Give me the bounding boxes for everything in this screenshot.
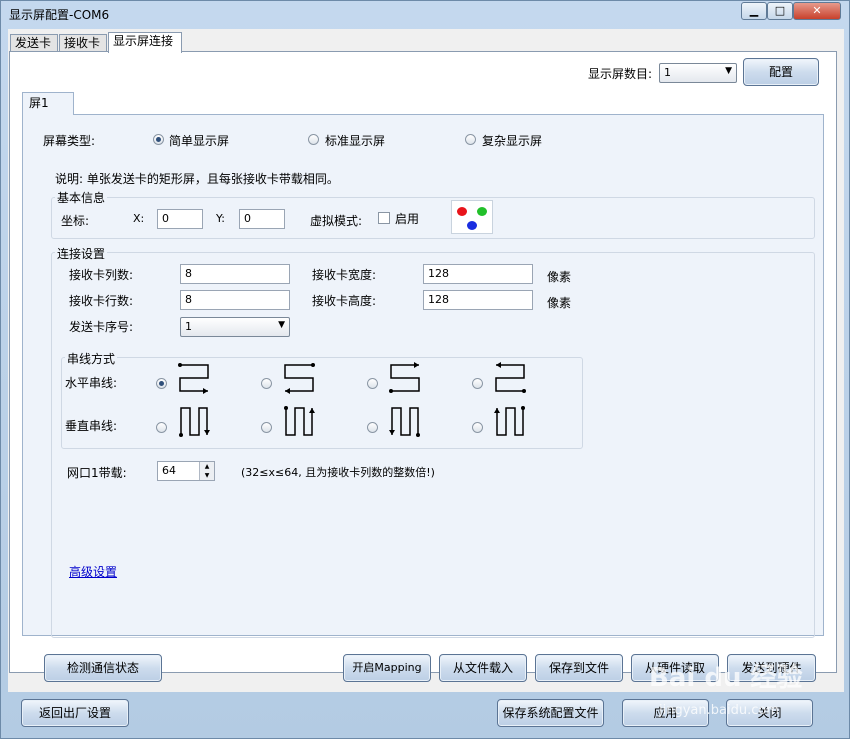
detect-status-button[interactable]: 检测通信状态 — [44, 654, 162, 682]
radio-wiring-v1[interactable] — [156, 422, 167, 433]
config-button[interactable]: 配置 — [743, 58, 819, 86]
height-label: 接收卡高度: — [312, 294, 377, 308]
simple-screen-label: 简单显示屏 — [169, 134, 230, 148]
wiring-h2-icon — [284, 363, 315, 394]
red-dot-icon — [457, 207, 467, 216]
app-window: 显示屏配置-COM6 ▁ □ ✕ 发送卡 接收卡 显示屏连接 显示屏数目: 1 … — [0, 0, 850, 739]
port-load-label: 网口1带载: — [67, 466, 127, 480]
basic-info-title: 基本信息 — [55, 189, 108, 206]
width-unit: 像素 — [547, 270, 572, 284]
port-load-spinner[interactable]: 64 ▲ ▼ — [157, 461, 215, 481]
rows-label: 接收卡行数: — [69, 294, 134, 308]
maximize-icon: □ — [774, 4, 786, 17]
vertical-wiring-label: 垂直串线: — [65, 419, 118, 433]
close-icon: ✕ — [812, 4, 822, 17]
screen-1-panel: 屏幕类型: 简单显示屏 标准显示屏 复杂显示屏 说明: 单张发送卡的矩形屏，且每… — [22, 114, 824, 638]
spin-up-icon[interactable]: ▲ — [200, 462, 214, 471]
sender-index-select[interactable]: 1 ▼ — [180, 317, 290, 337]
radio-simple-screen[interactable] — [153, 134, 164, 145]
standard-screen-label: 标准显示屏 — [325, 134, 386, 148]
height-unit: 像素 — [547, 296, 572, 310]
radio-complex-screen[interactable] — [465, 134, 476, 145]
sender-index-value: 1 — [185, 320, 192, 333]
rgb-dots-icon — [451, 200, 493, 234]
radio-wiring-h3[interactable] — [367, 378, 378, 389]
cols-input[interactable]: 8 — [180, 264, 290, 284]
wiring-v3-icon — [389, 407, 420, 437]
radio-wiring-h2[interactable] — [261, 378, 272, 389]
screen-connection-panel: 显示屏数目: 1 ▼ 配置 屏1 屏幕类型: 简单显示屏 标准显示屏 复杂显示屏… — [9, 51, 837, 673]
wiring-v1-icon — [179, 407, 210, 437]
title-bar: 显示屏配置-COM6 ▁ □ ✕ — [1, 1, 849, 27]
tab-screen-1[interactable]: 屏1 — [22, 92, 74, 115]
wiring-title: 串线方式 — [65, 350, 118, 367]
maximize-button[interactable]: □ — [767, 2, 793, 20]
port-load-hint: (32≤x≤64, 且为接收卡列数的整数倍!) — [241, 466, 435, 479]
wiring-v2-icon — [284, 406, 315, 436]
load-file-button[interactable]: 从文件载入 — [439, 654, 527, 682]
save-system-config-button[interactable]: 保存系统配置文件 — [497, 699, 604, 727]
save-file-button[interactable]: 保存到文件 — [535, 654, 623, 682]
spinner-arrows[interactable]: ▲ ▼ — [199, 462, 214, 480]
wiring-v4-icon — [494, 406, 525, 436]
tab-sender-card[interactable]: 发送卡 — [10, 34, 58, 52]
screen-type-label: 屏幕类型: — [43, 134, 96, 148]
start-mapping-button[interactable]: 开启Mapping — [343, 654, 431, 682]
rows-input[interactable]: 8 — [180, 290, 290, 310]
watermark-brand: Bai du 经验 — [649, 663, 803, 693]
minimize-button[interactable]: ▁ — [741, 2, 767, 20]
port-load-value: 64 — [162, 464, 176, 477]
green-dot-icon — [477, 207, 487, 216]
coord-label: 坐标: — [61, 214, 90, 228]
close-window-button[interactable]: ✕ — [793, 2, 841, 20]
connection-title: 连接设置 — [55, 245, 108, 262]
x-input[interactable]: 0 — [157, 209, 203, 229]
enable-label: 启用 — [395, 212, 420, 226]
factory-reset-button[interactable]: 返回出厂设置 — [21, 699, 129, 727]
y-label: Y: — [216, 212, 225, 225]
screen-count-value: 1 — [664, 66, 671, 79]
sender-index-label: 发送卡序号: — [69, 320, 134, 334]
width-input[interactable]: 128 — [423, 264, 533, 284]
wiring-h3-icon — [389, 362, 420, 393]
advanced-settings-link[interactable]: 高级设置 — [69, 563, 117, 580]
wiring-h4-icon — [495, 362, 526, 393]
complex-screen-label: 复杂显示屏 — [482, 134, 543, 148]
virtual-mode-label: 虚拟模式: — [310, 214, 363, 228]
screen-count-select[interactable]: 1 ▼ — [659, 63, 737, 83]
radio-wiring-h1[interactable] — [156, 378, 167, 389]
horizontal-wiring-label: 水平串线: — [65, 376, 118, 390]
watermark-url: jingyan.baidu.com — [659, 703, 779, 718]
y-input[interactable]: 0 — [239, 209, 285, 229]
radio-wiring-v2[interactable] — [261, 422, 272, 433]
window-title: 显示屏配置-COM6 — [9, 8, 110, 22]
chevron-down-icon: ▼ — [278, 320, 285, 330]
chevron-down-icon: ▼ — [725, 66, 732, 76]
radio-standard-screen[interactable] — [308, 134, 319, 145]
wiring-h1-icon — [178, 363, 209, 394]
cols-label: 接收卡列数: — [69, 268, 134, 282]
height-input[interactable]: 128 — [423, 290, 533, 310]
description-text: 说明: 单张发送卡的矩形屏，且每张接收卡带载相同。 — [55, 172, 339, 186]
x-label: X: — [133, 212, 145, 225]
virtual-mode-checkbox[interactable] — [378, 212, 390, 224]
minimize-icon: ▁ — [749, 4, 759, 17]
blue-dot-icon — [467, 221, 477, 230]
screen-count-label: 显示屏数目: — [588, 67, 653, 81]
dialog-client: 发送卡 接收卡 显示屏连接 显示屏数目: 1 ▼ 配置 屏1 屏幕类型: 简单显… — [8, 29, 844, 692]
radio-wiring-v3[interactable] — [367, 422, 378, 433]
radio-wiring-h4[interactable] — [472, 378, 483, 389]
tab-screen-connection[interactable]: 显示屏连接 — [108, 32, 182, 53]
radio-wiring-v4[interactable] — [472, 422, 483, 433]
width-label: 接收卡宽度: — [312, 268, 377, 282]
tab-receiver-card[interactable]: 接收卡 — [59, 34, 107, 52]
spin-down-icon[interactable]: ▼ — [200, 471, 214, 480]
